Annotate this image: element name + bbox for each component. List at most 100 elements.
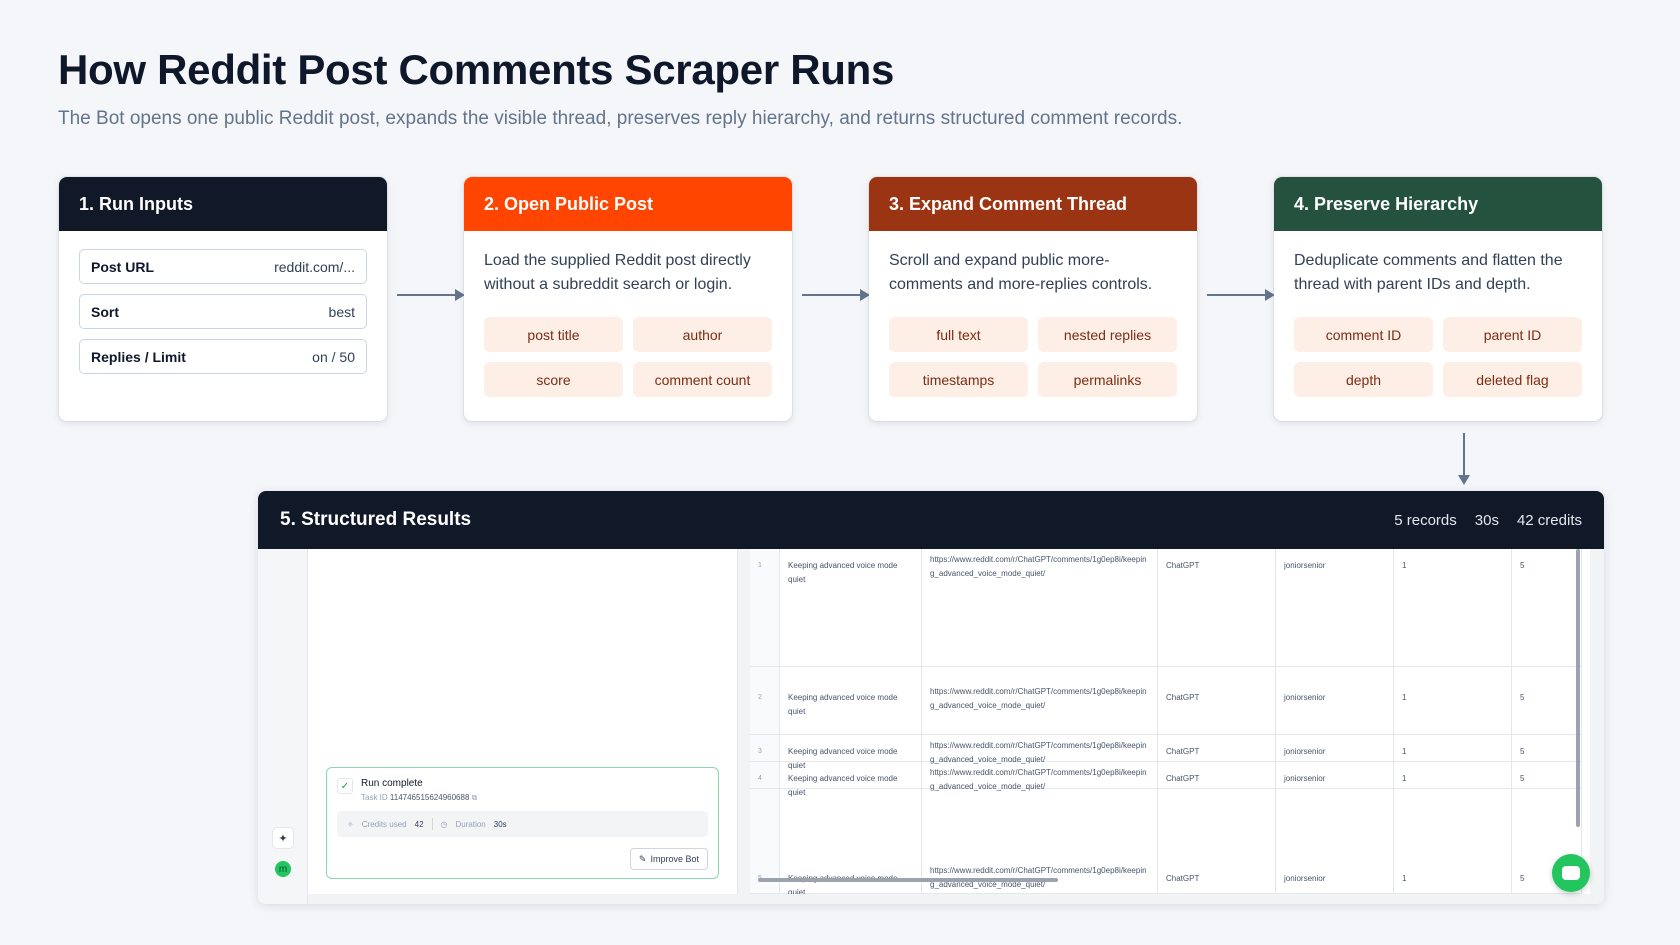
flow-arrow — [397, 289, 465, 301]
credits-icon: ✧ — [347, 819, 354, 829]
task-id: Task ID 114746515624960688 ⧉ — [361, 793, 477, 803]
field-chip: timestamps — [889, 362, 1028, 397]
step-card-run-inputs: 1. Run Inputs Post URL reddit.com/... So… — [59, 177, 387, 421]
credits-used: 42 credits — [1516, 511, 1582, 529]
table-cell-title: Keeping advanced voice mode quiet — [780, 667, 922, 734]
table-row[interactable]: 1 Keeping advanced voice mode quiet https:… — [750, 549, 1582, 667]
table-cell-sub: ChatGPT — [1158, 789, 1276, 893]
table-cell-idx: 4 — [750, 762, 780, 788]
table-cell-url: https://www.reddit.com/r/ChatGPT/comment… — [922, 667, 1158, 734]
run-panel: ✓ Run complete Task ID 11474651562496068… — [308, 549, 738, 894]
table-cell-author: joniorsenior — [1276, 667, 1394, 734]
step-description: Load the supplied Reddit post directly w… — [484, 252, 751, 293]
run-duration: 30s — [1474, 511, 1499, 529]
step-header: 2. Open Public Post — [464, 177, 792, 231]
run-complete-card: ✓ Run complete Task ID 11474651562496068… — [326, 767, 719, 879]
field-chip: comment count — [633, 362, 772, 397]
input-value: best — [328, 303, 355, 320]
records-count: 5 records — [1394, 511, 1457, 529]
input-sort: Sort best — [79, 294, 367, 329]
table-row[interactable]: 2 Keeping advanced voice mode quiet https:… — [750, 667, 1582, 735]
improve-bot-label: Improve Bot — [650, 854, 699, 864]
table-cell-author: joniorsenior — [1276, 762, 1394, 788]
field-chip: full text — [889, 317, 1028, 352]
field-chip: deleted flag — [1443, 362, 1582, 397]
table-cell-a: 1 — [1394, 789, 1512, 893]
table-cell-title: Keeping advanced voice mode quiet — [780, 735, 922, 770]
task-id-label: Task ID — [361, 793, 388, 802]
step-description: Scroll and expand public more-comments a… — [889, 252, 1153, 293]
step-card-expand-comment-thread: 3. Expand Comment Thread Scroll and expa… — [869, 177, 1197, 421]
table-cell-a: 1 — [1394, 667, 1512, 734]
improve-bot-button[interactable]: ✎ Improve Bot — [629, 848, 708, 870]
table-cell-author: joniorsenior — [1276, 735, 1394, 761]
table-cell-title: Keeping advanced voice mode quiet — [780, 762, 922, 797]
chat-icon — [1562, 866, 1580, 880]
table-cell-b: 5 — [1512, 762, 1582, 788]
table-cell-sub: ChatGPT — [1158, 549, 1276, 666]
table-cell-author: joniorsenior — [1276, 549, 1394, 666]
field-chip: depth — [1294, 362, 1433, 397]
clock-icon: ◷ — [440, 819, 448, 829]
table-cell-url: https://www.reddit.com/r/ChatGPT/comment… — [922, 549, 1158, 666]
table-cell-a: 1 — [1394, 549, 1512, 666]
flow-arrow — [802, 289, 870, 301]
field-chip: author — [633, 317, 772, 352]
sparkle-icon[interactable]: ✦ — [272, 827, 294, 849]
field-chip: nested replies — [1038, 317, 1177, 352]
step-description: Deduplicate comments and flatten the thr… — [1294, 252, 1563, 293]
input-replies-limit: Replies / Limit on / 50 — [79, 339, 367, 374]
run-stats: ✧ Credits used 42 ◷ Duration 30s — [337, 811, 708, 837]
input-key: Replies / Limit — [91, 348, 186, 365]
table-cell-url: https://www.reddit.com/r/ChatGPT/comment… — [922, 762, 1158, 791]
wrench-icon: ✎ — [638, 853, 647, 864]
input-value: on / 50 — [312, 348, 355, 365]
chat-button[interactable] — [1552, 854, 1590, 892]
table-cell-sub: ChatGPT — [1158, 762, 1276, 788]
duration-value: 30s — [493, 819, 507, 829]
field-chip: comment ID — [1294, 317, 1433, 352]
credits-value: 42 — [414, 819, 424, 829]
step-card-preserve-hierarchy: 4. Preserve Hierarchy Deduplicate commen… — [1274, 177, 1602, 421]
table-cell-sub: ChatGPT — [1158, 667, 1276, 734]
copy-icon[interactable]: ⧉ — [472, 793, 478, 802]
side-rail: ✦ m — [258, 549, 308, 904]
vertical-scrollbar[interactable] — [1576, 549, 1580, 827]
task-id-value: 114746515624960688 — [389, 793, 470, 802]
step-header: 4. Preserve Hierarchy — [1274, 177, 1602, 231]
table-row[interactable]: 4 Keeping advanced voice mode quiet https:… — [750, 762, 1582, 797]
table-row[interactable]: 3 Keeping advanced voice mode quiet https:… — [750, 735, 1582, 770]
horizontal-scrollbar[interactable] — [758, 878, 1058, 882]
flow-arrow — [1207, 289, 1275, 301]
table-cell-title: Keeping advanced voice mode quiet — [780, 549, 922, 666]
step-card-structured-results: 5. Structured Results 5 records 30s 42 c… — [258, 491, 1604, 904]
table-cell-author: joniorsenior — [1276, 789, 1394, 893]
flow-arrow-down — [1458, 433, 1470, 485]
table-cell-b: 5 — [1512, 549, 1582, 666]
avatar[interactable]: m — [275, 861, 291, 877]
table-cell-sub: ChatGPT — [1158, 735, 1276, 761]
credits-label: Credits used — [361, 819, 407, 829]
field-chip: permalinks — [1038, 362, 1177, 397]
table-cell-a: 1 — [1394, 735, 1512, 761]
field-chip: parent ID — [1443, 317, 1582, 352]
field-chip: score — [484, 362, 623, 397]
input-key: Post URL — [91, 258, 154, 275]
step-header: 3. Expand Comment Thread — [869, 177, 1197, 231]
results-table: 1 Keeping advanced voice mode quiet https:… — [750, 549, 1590, 894]
table-cell-url: https://www.reddit.com/r/ChatGPT/comment… — [922, 735, 1158, 764]
table-cell-b: 5 — [1512, 667, 1582, 734]
results-title: 5. Structured Results — [280, 509, 472, 530]
table-cell-idx: 2 — [750, 667, 780, 734]
step-card-open-public-post: 2. Open Public Post Load the supplied Re… — [464, 177, 792, 421]
input-key: Sort — [91, 303, 119, 320]
results-header: 5. Structured Results 5 records 30s 42 c… — [258, 491, 1604, 549]
table-cell-b: 5 — [1512, 735, 1582, 761]
page-subtitle: The Bot opens one public Reddit post, ex… — [58, 108, 1183, 129]
table-cell-idx: 1 — [750, 549, 780, 666]
results-screenshot: ✦ m ✓ Run complete Task ID 1147465156249… — [258, 549, 1604, 904]
table-cell-a: 1 — [1394, 762, 1512, 788]
page-title: How Reddit Post Comments Scraper Runs — [58, 46, 895, 93]
duration-label: Duration — [455, 819, 486, 829]
run-status: Run complete — [361, 778, 423, 789]
